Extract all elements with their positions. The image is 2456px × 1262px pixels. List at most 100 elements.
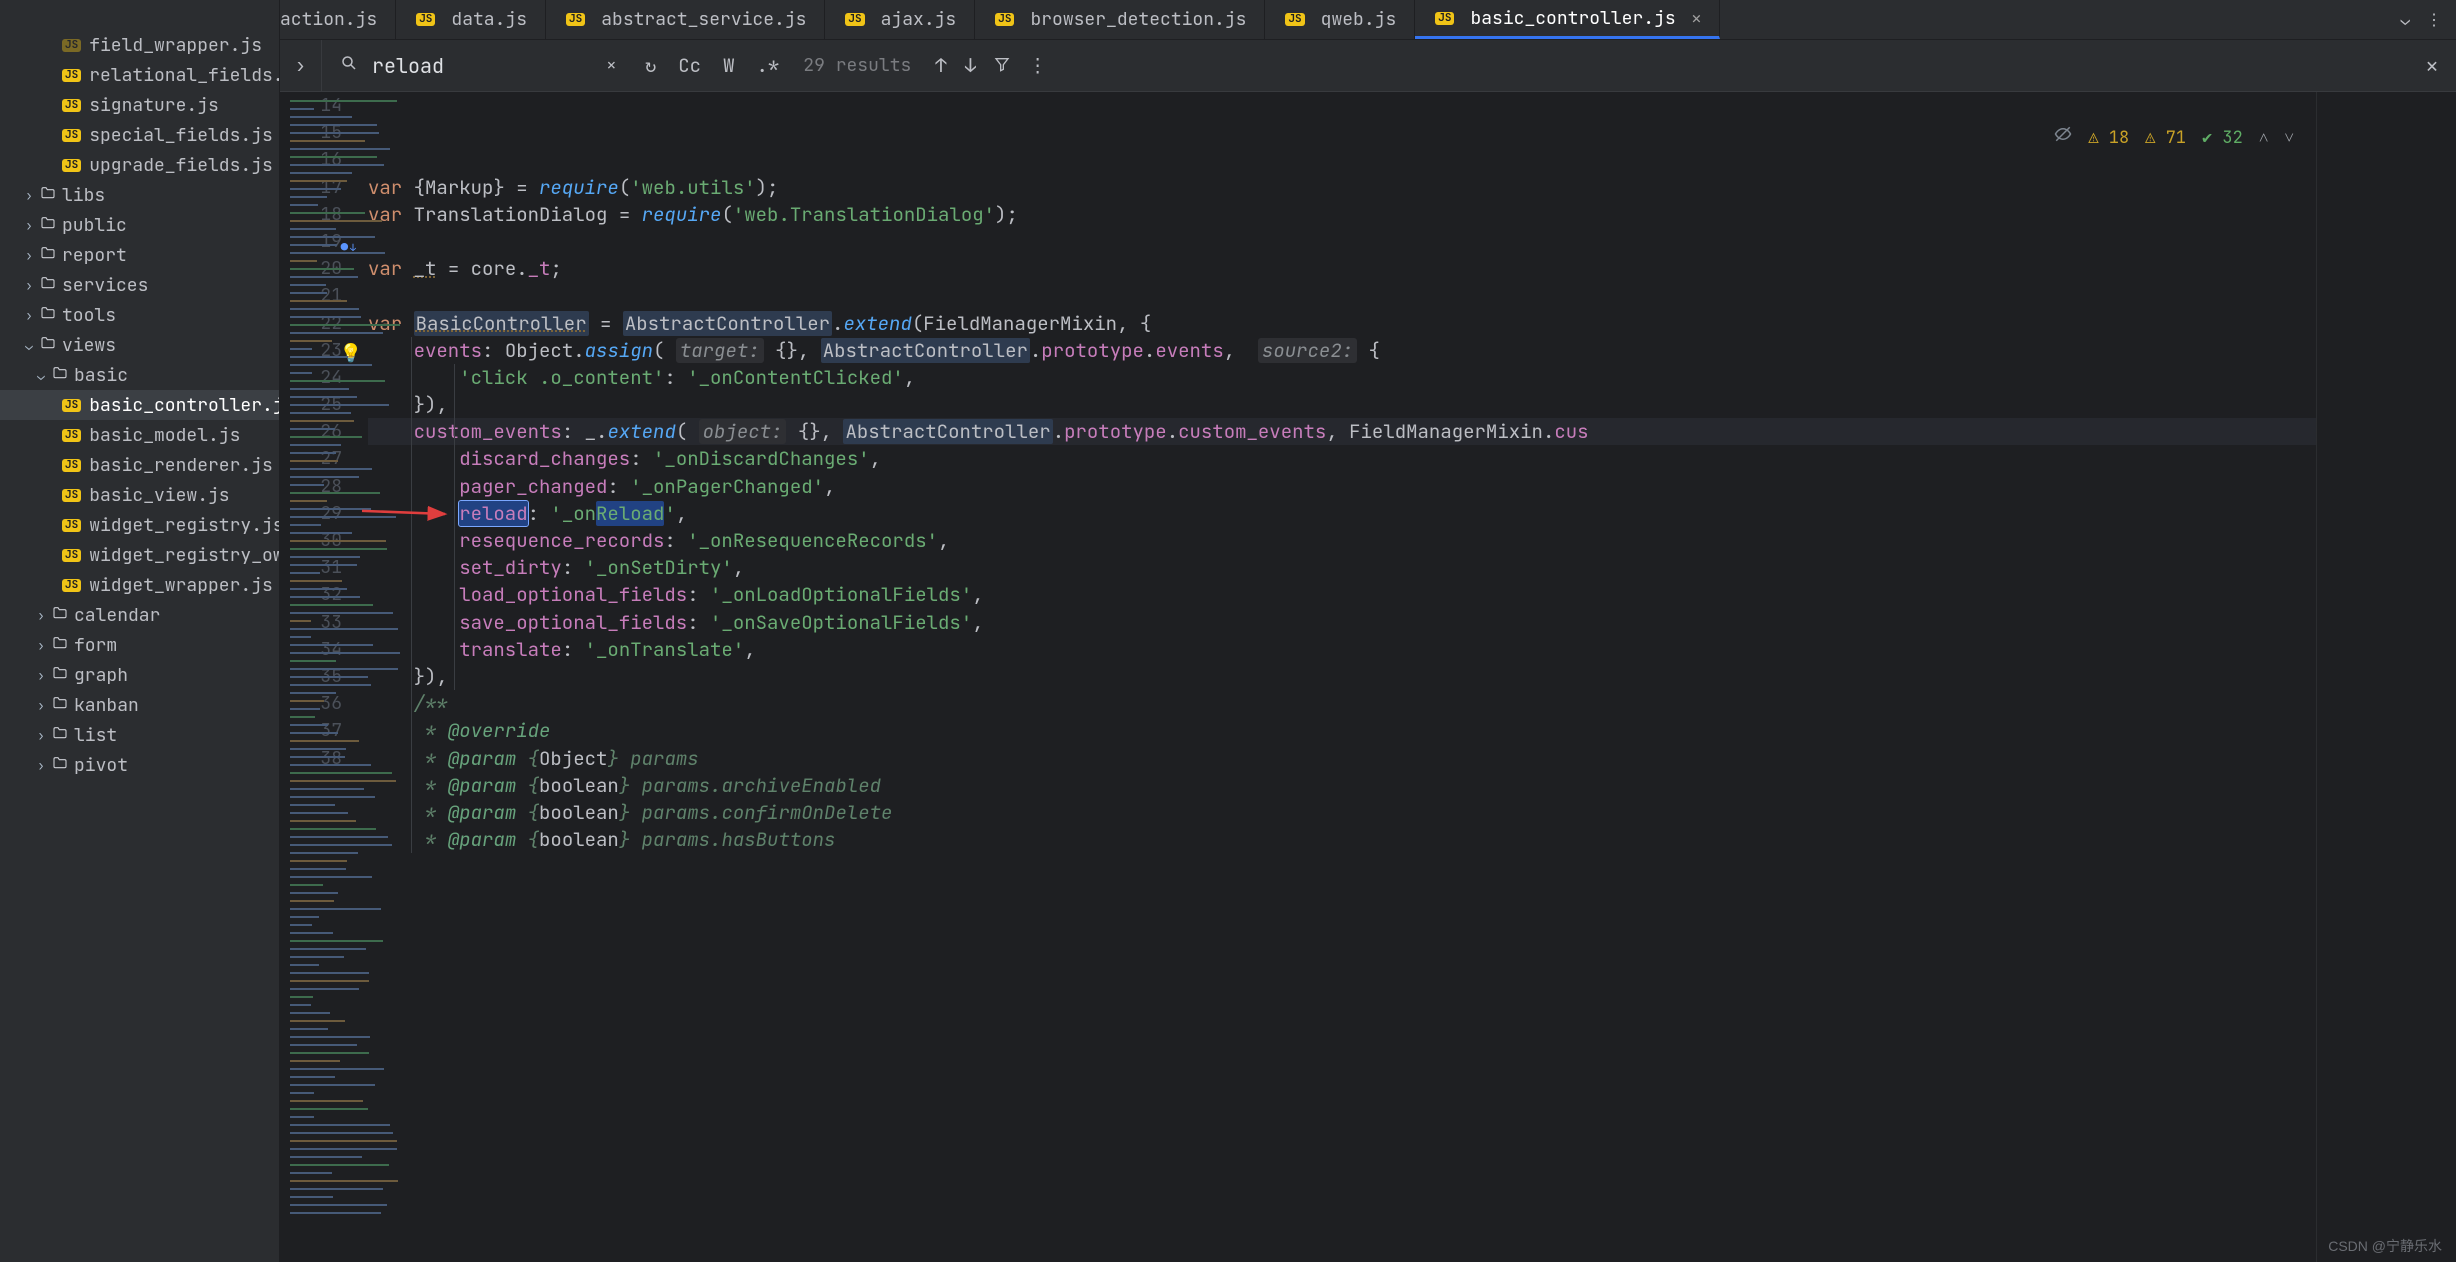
tree-folder[interactable]: ›report [0,240,279,270]
tree-file[interactable]: JSbasic_renderer.js [0,450,279,480]
error-count[interactable]: ⚠ 18 [2088,125,2129,152]
code-line[interactable]: * @override [368,717,2316,744]
line-number[interactable]: 16 [280,146,342,173]
editor-tab[interactable]: JSajax.js [825,0,975,39]
tree-file[interactable]: JSwidget_registry.js [0,510,279,540]
chevron-right-icon[interactable]: › [22,217,36,234]
find-input[interactable] [372,53,592,79]
tree-file[interactable]: JSwidget_registry_owl.j [0,540,279,570]
code-line[interactable]: 'click .o_content': '_onContentClicked', [368,364,2316,391]
find-loop-option[interactable]: ↻ [645,53,656,78]
find-expand-toggle[interactable]: › [280,40,322,91]
tree-folder[interactable]: ›calendar [0,600,279,630]
find-case-option[interactable]: Cc [678,53,701,78]
line-number[interactable]: 24 [280,364,342,391]
chevron-right-icon[interactable]: › [34,697,48,714]
tree-file[interactable]: JSupgrade_fields.js [0,150,279,180]
find-more-icon[interactable]: ⋮ [1028,53,1047,78]
warning-count[interactable]: ⚠ 71 [2145,125,2186,152]
tree-folder[interactable]: ›services [0,270,279,300]
chevron-right-icon[interactable]: › [22,277,36,294]
chevron-right-icon[interactable]: › [34,607,48,624]
chevron-right-icon[interactable]: › [34,727,48,744]
find-prev-icon[interactable]: ↑ [935,53,946,78]
tree-file[interactable]: JSbasic_model.js [0,420,279,450]
code-line[interactable]: events: Object.assign( target: {}, Abstr… [368,337,2316,364]
editor-tab[interactable]: JSabstract_service.js [546,0,825,39]
minimap[interactable] [2316,92,2456,1262]
tree-folder[interactable]: ›form [0,630,279,660]
tree-folder[interactable]: ›tools [0,300,279,330]
chevron-right-icon[interactable]: › [34,637,48,654]
tree-file[interactable]: JSsignature.js [0,90,279,120]
tree-file[interactable]: JSrelational_fields.js [0,60,279,90]
line-number[interactable]: 34 [280,636,342,663]
kebab-menu-icon[interactable]: ⋮ [2426,9,2442,30]
line-number[interactable]: 36 [280,690,342,717]
tree-folder[interactable]: ⌄views [0,330,279,360]
diagnostics-down-icon[interactable]: ˅ [2284,125,2294,152]
code-line[interactable] [368,282,2316,309]
code-line[interactable]: /** [368,690,2316,717]
code-line[interactable]: resequence_records: '_onResequenceRecord… [368,527,2316,554]
editor-tab[interactable]: JSaction.js [280,0,396,39]
code-line[interactable]: pager_changed: '_onPagerChanged', [368,473,2316,500]
code-line[interactable]: reload: '_onReload', [368,500,2316,527]
code-line[interactable]: load_optional_fields: '_onLoadOptionalFi… [368,581,2316,608]
typo-count[interactable]: ✔ 32 [2202,125,2243,152]
tree-file[interactable]: JSspecial_fields.js [0,120,279,150]
close-tab-icon[interactable]: ✕ [1692,8,1702,29]
code-line[interactable]: var BasicController = AbstractController… [368,310,2316,337]
code-line[interactable]: custom_events: _.extend( object: {}, Abs… [368,418,2316,445]
line-number[interactable]: 21 [280,282,342,309]
clear-search-icon[interactable]: × [606,54,617,77]
reader-mode-icon[interactable] [1952,98,2072,180]
tree-file[interactable]: JSbasic_controller.js [0,390,279,420]
tree-folder[interactable]: ›pivot [0,750,279,780]
lightbulb-icon[interactable]: 💡 [340,340,362,367]
tree-file[interactable]: JSfield_wrapper.js [0,30,279,60]
tree-file[interactable]: JSwidget_wrapper.js [0,570,279,600]
code-line[interactable]: }), [368,391,2316,418]
code-line[interactable]: save_optional_fields: '_onSaveOptionalFi… [368,609,2316,636]
find-next-icon[interactable]: ↓ [965,53,976,78]
tree-folder[interactable]: ›kanban [0,690,279,720]
code-line[interactable]: set_dirty: '_onSetDirty', [368,554,2316,581]
code-line[interactable] [368,228,2316,255]
tree-folder[interactable]: ›list [0,720,279,750]
code-line[interactable]: var TranslationDialog = require('web.Tra… [368,201,2316,228]
usages-icon[interactable]: ●↓ [341,234,356,261]
code-line[interactable]: }), [368,663,2316,690]
code-line[interactable]: translate: '_onTranslate', [368,636,2316,663]
editor-tab[interactable]: JSqweb.js [1265,0,1415,39]
code-line[interactable]: var _t = core._t; [368,255,2316,282]
code-line[interactable]: * @param {Object} params [368,745,2316,772]
tree-folder[interactable]: ›public [0,210,279,240]
tree-file[interactable]: JSbasic_view.js [0,480,279,510]
line-number[interactable]: 26 [280,418,342,445]
tree-folder[interactable]: ›graph [0,660,279,690]
chevron-right-icon[interactable]: › [22,247,36,264]
code-line[interactable]: * @param {boolean} params.archiveEnabled [368,772,2316,799]
chevron-right-icon[interactable]: › [34,757,48,774]
chevron-right-icon[interactable]: › [22,307,36,324]
line-number[interactable]: 29 [280,500,342,527]
editor-tab[interactable]: JSdata.js [396,0,546,39]
editor-tab[interactable]: JSbrowser_detection.js [975,0,1265,39]
chevron-down-icon[interactable]: ⌄ [22,337,36,354]
code-view[interactable]: ⚠ 18 ⚠ 71 ✔ 32 ˄ ˅ var {Markup} = requir… [362,92,2316,1262]
chevron-right-icon[interactable]: › [22,187,36,204]
close-find-icon[interactable]: ✕ [2426,53,2438,79]
find-filter-icon[interactable] [994,53,1010,78]
code-line[interactable]: discard_changes: '_onDiscardChanges', [368,445,2316,472]
diagnostics-up-icon[interactable]: ˄ [2259,125,2269,152]
chevron-down-icon[interactable]: ⌄ [34,367,48,384]
code-line[interactable]: * @param {boolean} params.hasButtons [368,826,2316,853]
code-line[interactable]: * @param {boolean} params.confirmOnDelet… [368,799,2316,826]
editor-tab[interactable]: JSbasic_controller.js✕ [1415,0,1720,39]
find-words-option[interactable]: W [723,53,734,78]
line-number[interactable]: 31 [280,554,342,581]
tree-folder[interactable]: ⌄basic [0,360,279,390]
chevron-right-icon[interactable]: › [34,667,48,684]
tree-folder[interactable]: ›libs [0,180,279,210]
